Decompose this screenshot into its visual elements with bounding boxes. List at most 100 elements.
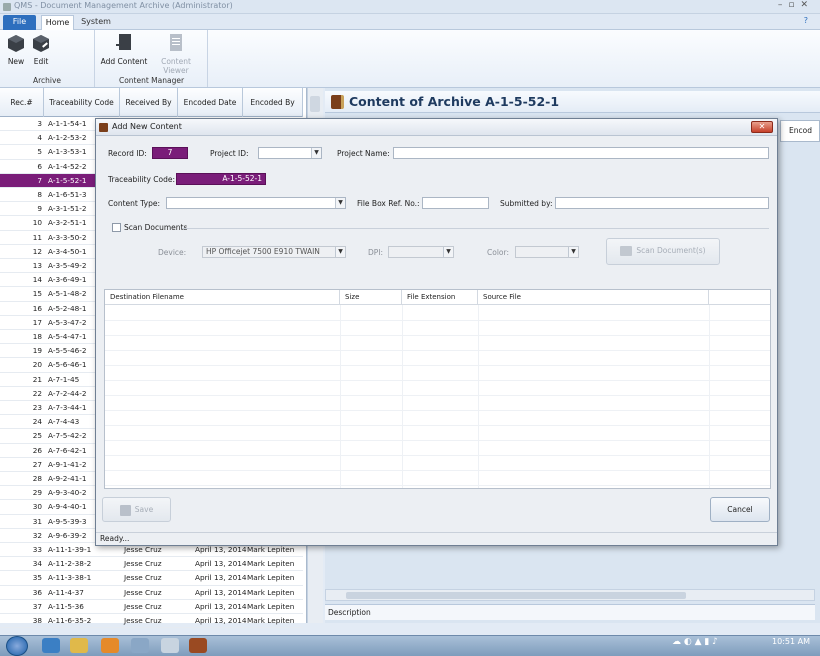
project-id-select[interactable]: ▼ — [258, 147, 322, 159]
col-header-traceability[interactable]: Traceability Code — [44, 88, 120, 117]
cell-encoded-by: Mark Lepiten — [247, 616, 295, 625]
description-bar: Description — [325, 604, 815, 620]
cell-traceability: A-11-2-38-2 — [48, 559, 92, 569]
cell-traceability: A-11-3-38-1 — [48, 573, 92, 583]
table-column-line — [340, 305, 341, 488]
edit-button-label: Edit — [33, 57, 49, 66]
cell-traceability: A-1-2-53-2 — [48, 133, 87, 143]
cell-rec: 12 — [32, 246, 42, 256]
cell-rec: 20 — [32, 360, 42, 370]
tab-encoded[interactable]: Encod — [780, 120, 820, 142]
col-header-source-file[interactable]: Source File — [478, 290, 709, 305]
taskbar-clock[interactable]: 10:51 AM — [772, 637, 810, 646]
traceability-code-label: Traceability Code: — [108, 175, 175, 184]
window-controls[interactable]: –▫✕ — [778, 0, 814, 10]
col-header-encoded-by[interactable]: Encoded By — [243, 88, 303, 117]
chevron-down-icon: ▼ — [335, 198, 345, 208]
panel-horizontal-scrollbar[interactable] — [325, 589, 815, 601]
cell-rec: 14 — [32, 275, 42, 285]
cell-traceability: A-5-1-48-2 — [48, 289, 87, 299]
save-icon — [119, 504, 131, 516]
col-header-rec[interactable]: Rec.# — [0, 88, 44, 117]
content-viewer-label: Content Viewer — [161, 57, 191, 75]
cell-rec: 9 — [37, 204, 42, 214]
scrollbar-thumb[interactable] — [346, 592, 686, 599]
project-name-field[interactable] — [393, 147, 769, 159]
cell-traceability: A-3-5-49-2 — [48, 261, 87, 270]
submitted-by-field[interactable] — [555, 197, 769, 209]
browser-icon[interactable] — [42, 638, 60, 653]
app-icon[interactable] — [161, 638, 179, 653]
table-row[interactable]: 37 A-11-5-36 Jesse Cruz April 13, 2014 Mark … — [0, 600, 303, 614]
cell-rec: 24 — [32, 417, 42, 427]
tab-home[interactable]: Home — [41, 15, 74, 30]
cell-traceability: A-7-5-42-2 — [48, 431, 87, 441]
app-icon[interactable] — [131, 638, 149, 653]
cell-received-by: Jesse Cruz — [124, 573, 162, 583]
scan-button-label: Scan Document(s) — [636, 246, 706, 255]
device-value: HP Officejet 7500 E910 TWAIN — [206, 247, 320, 256]
cell-traceability: A-5-2-48-1 — [48, 303, 87, 313]
add-content-button[interactable]: Add Content — [100, 33, 148, 66]
color-label: Color: — [487, 248, 509, 257]
qms-app-icon[interactable] — [189, 638, 207, 653]
col-header-received-by[interactable]: Received By — [120, 88, 178, 117]
cancel-button[interactable]: Cancel — [710, 497, 770, 522]
cell-traceability: A-7-2-44-2 — [48, 388, 87, 398]
edit-button[interactable]: Edit — [29, 33, 53, 66]
content-viewer-button[interactable]: Content Viewer — [148, 33, 204, 75]
scan-documents-button[interactable]: Scan Document(s) — [606, 238, 720, 265]
table-row[interactable]: 34 A-11-2-38-2 Jesse Cruz April 13, 2014 Mar… — [0, 557, 303, 572]
save-button[interactable]: Save — [102, 497, 171, 522]
tab-system[interactable]: System — [80, 15, 112, 30]
cell-encoded-by: Mark Lepiten — [247, 587, 295, 597]
col-header-destination-filename[interactable]: Destination Filename — [105, 290, 340, 305]
cell-traceability: A-7-4-43 — [48, 417, 80, 427]
traceability-code-field[interactable]: A-1-5-52-1 — [176, 173, 266, 185]
scrollbar-thumb[interactable] — [310, 96, 320, 112]
cell-traceability: A-1-4-52-2 — [48, 161, 87, 171]
folder-icon[interactable] — [70, 638, 88, 653]
cell-encoded-date: April 13, 2014 — [195, 616, 247, 625]
table-row[interactable]: 38 A-11-6-35-2 Jesse Cruz April 13, 2014 Mar… — [0, 614, 303, 629]
content-type-select[interactable]: ▼ — [166, 197, 346, 209]
cell-traceability: A-5-5-46-2 — [48, 346, 87, 356]
table-row-line — [105, 350, 770, 351]
cell-rec: 18 — [32, 332, 42, 341]
start-button[interactable] — [6, 636, 28, 656]
col-header-size[interactable]: Size — [340, 290, 402, 305]
cell-rec: 19 — [32, 346, 42, 356]
cell-encoded-by: Mark Lepiten — [247, 545, 295, 554]
cell-rec: 30 — [32, 502, 42, 512]
file-box-field[interactable] — [422, 197, 489, 209]
color-select[interactable]: ▼ — [515, 246, 579, 258]
scan-documents-checkbox[interactable] — [112, 223, 121, 232]
cell-traceability: A-11-6-35-2 — [48, 616, 92, 625]
col-header-encoded-date[interactable]: Encoded Date — [178, 88, 243, 117]
cell-rec: 34 — [32, 559, 42, 569]
cell-rec: 26 — [32, 445, 42, 455]
table-row[interactable]: 35 A-11-3-38-1 Jesse Cruz April 13, 2014 Mar… — [0, 571, 303, 586]
cell-rec: 33 — [32, 545, 42, 554]
col-header-file-extension[interactable]: File Extension — [402, 290, 478, 305]
table-row-line — [105, 410, 770, 411]
cell-rec: 36 — [32, 587, 42, 597]
cell-traceability: A-3-4-50-1 — [48, 246, 87, 256]
dpi-select[interactable]: ▼ — [388, 246, 454, 258]
media-player-icon[interactable] — [101, 638, 119, 653]
help-icon[interactable]: ? — [804, 16, 808, 25]
add-content-label: Add Content — [100, 57, 148, 66]
tab-file[interactable]: File — [3, 15, 36, 30]
dialog-title-bar: Add New Content ✕ — [96, 119, 777, 136]
dialog-close-button[interactable]: ✕ — [751, 121, 773, 133]
record-id-field[interactable]: 7 — [152, 147, 188, 159]
system-tray-icons[interactable]: ☁ ◐ ▲ ▮ ♪ — [672, 637, 744, 652]
table-row[interactable]: 36 A-11-4-37 Jesse Cruz April 13, 2014 Mark … — [0, 586, 303, 600]
cell-received-by: Jesse Cruz — [124, 559, 162, 569]
add-document-icon — [116, 34, 131, 50]
device-select[interactable]: HP Officejet 7500 E910 TWAIN ▼ — [202, 246, 346, 258]
new-button[interactable]: New — [4, 33, 28, 66]
cell-traceability: A-9-6-39-2 — [48, 530, 87, 540]
cell-rec: 17 — [32, 317, 42, 327]
table-row-line — [105, 425, 770, 426]
